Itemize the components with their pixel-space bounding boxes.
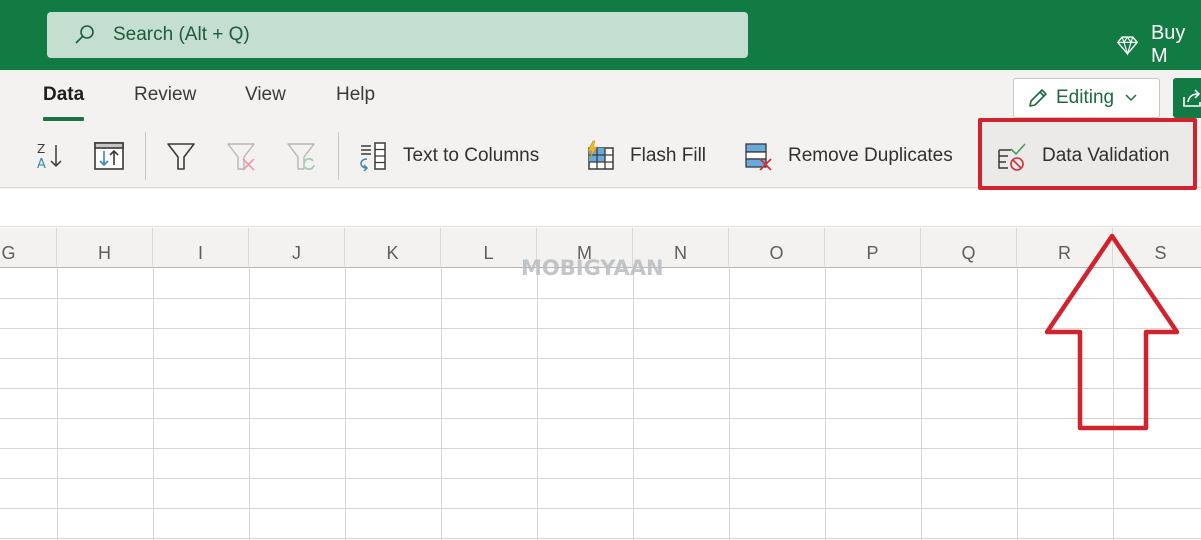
column-header-p[interactable]: P	[825, 228, 921, 268]
chevron-down-icon	[1125, 94, 1137, 102]
column-gridline	[249, 269, 250, 540]
remove-duplicates-icon	[745, 143, 772, 171]
filter-icon	[167, 143, 195, 170]
reapply-filter-button[interactable]	[285, 132, 317, 180]
flash-fill-button[interactable]: Flash Fill	[584, 132, 706, 180]
column-gridline	[633, 269, 634, 540]
column-gridline	[537, 269, 538, 540]
toolbar-separator	[145, 132, 146, 180]
row-gridline	[0, 418, 1201, 419]
toolbar-separator	[338, 132, 339, 180]
text-to-columns-button[interactable]: Text to Columns	[357, 132, 539, 180]
text-to-columns-icon	[360, 142, 386, 172]
sort-z-a-icon: Z A	[37, 142, 62, 172]
sort-z-to-a-button[interactable]: Z A	[34, 132, 66, 180]
title-bar: Search (Alt + Q) Buy M	[0, 0, 1201, 70]
custom-sort-button[interactable]	[93, 132, 125, 180]
column-gridline	[153, 269, 154, 540]
search-icon	[75, 25, 94, 44]
tab-view[interactable]: View	[245, 84, 286, 106]
reapply-filter-icon	[287, 143, 315, 170]
tab-help[interactable]: Help	[336, 84, 375, 106]
column-header-q[interactable]: Q	[921, 228, 1017, 268]
svg-text:Z: Z	[37, 142, 45, 156]
editing-label: Editing	[1056, 87, 1115, 108]
row-gridline	[0, 508, 1201, 509]
column-header-i[interactable]: I	[153, 228, 249, 268]
flash-fill-icon	[587, 140, 614, 170]
formula-bar[interactable]	[0, 189, 1201, 227]
row-gridline	[0, 448, 1201, 449]
share-icon	[1183, 89, 1201, 107]
column-header-g[interactable]: G	[0, 228, 57, 268]
row-gridline	[0, 388, 1201, 389]
column-gridline	[825, 269, 826, 540]
clear-filter-button[interactable]	[225, 132, 257, 180]
up-arrow-annotation	[1044, 233, 1180, 431]
svg-text:A: A	[37, 157, 46, 172]
custom-sort-icon	[94, 142, 124, 170]
column-header-k[interactable]: K	[345, 228, 441, 268]
column-gridline	[921, 269, 922, 540]
remove-duplicates-button[interactable]: Remove Duplicates	[742, 132, 953, 180]
active-tab-indicator	[43, 117, 85, 121]
row-gridline	[0, 328, 1201, 329]
editing-mode-dropdown[interactable]: Editing	[1013, 78, 1160, 118]
share-button[interactable]	[1173, 78, 1201, 118]
search-placeholder: Search (Alt + Q)	[113, 24, 250, 45]
buy-microsoft-365-button[interactable]: Buy M	[1116, 22, 1201, 68]
remove-duplicates-label: Remove Duplicates	[788, 145, 953, 166]
cell-grid[interactable]	[0, 269, 1201, 540]
clear-filter-icon	[227, 143, 255, 171]
column-header-o[interactable]: O	[729, 228, 825, 268]
buy-label: Buy M	[1150, 22, 1186, 67]
pencil-icon	[1029, 89, 1047, 107]
column-gridline	[1017, 269, 1018, 540]
row-gridline	[0, 538, 1201, 539]
column-header-j[interactable]: J	[249, 228, 345, 268]
watermark: MOBIGYAAN	[521, 256, 664, 280]
diamond-icon	[1116, 36, 1139, 56]
row-gridline	[0, 298, 1201, 299]
highlight-box	[978, 118, 1197, 190]
column-gridline	[441, 269, 442, 540]
search-box[interactable]: Search (Alt + Q)	[47, 12, 748, 58]
column-header-h[interactable]: H	[57, 228, 153, 268]
column-gridline	[57, 269, 58, 540]
filter-button[interactable]	[165, 132, 197, 180]
row-gridline	[0, 358, 1201, 359]
tab-data-label: Data	[43, 84, 85, 105]
tab-review[interactable]: Review	[134, 84, 196, 106]
row-gridline	[0, 478, 1201, 479]
column-gridline	[345, 269, 346, 540]
column-gridline	[729, 269, 730, 540]
flash-fill-label: Flash Fill	[630, 145, 707, 166]
tab-data[interactable]: Data	[43, 84, 85, 121]
text-to-columns-label: Text to Columns	[403, 145, 540, 166]
